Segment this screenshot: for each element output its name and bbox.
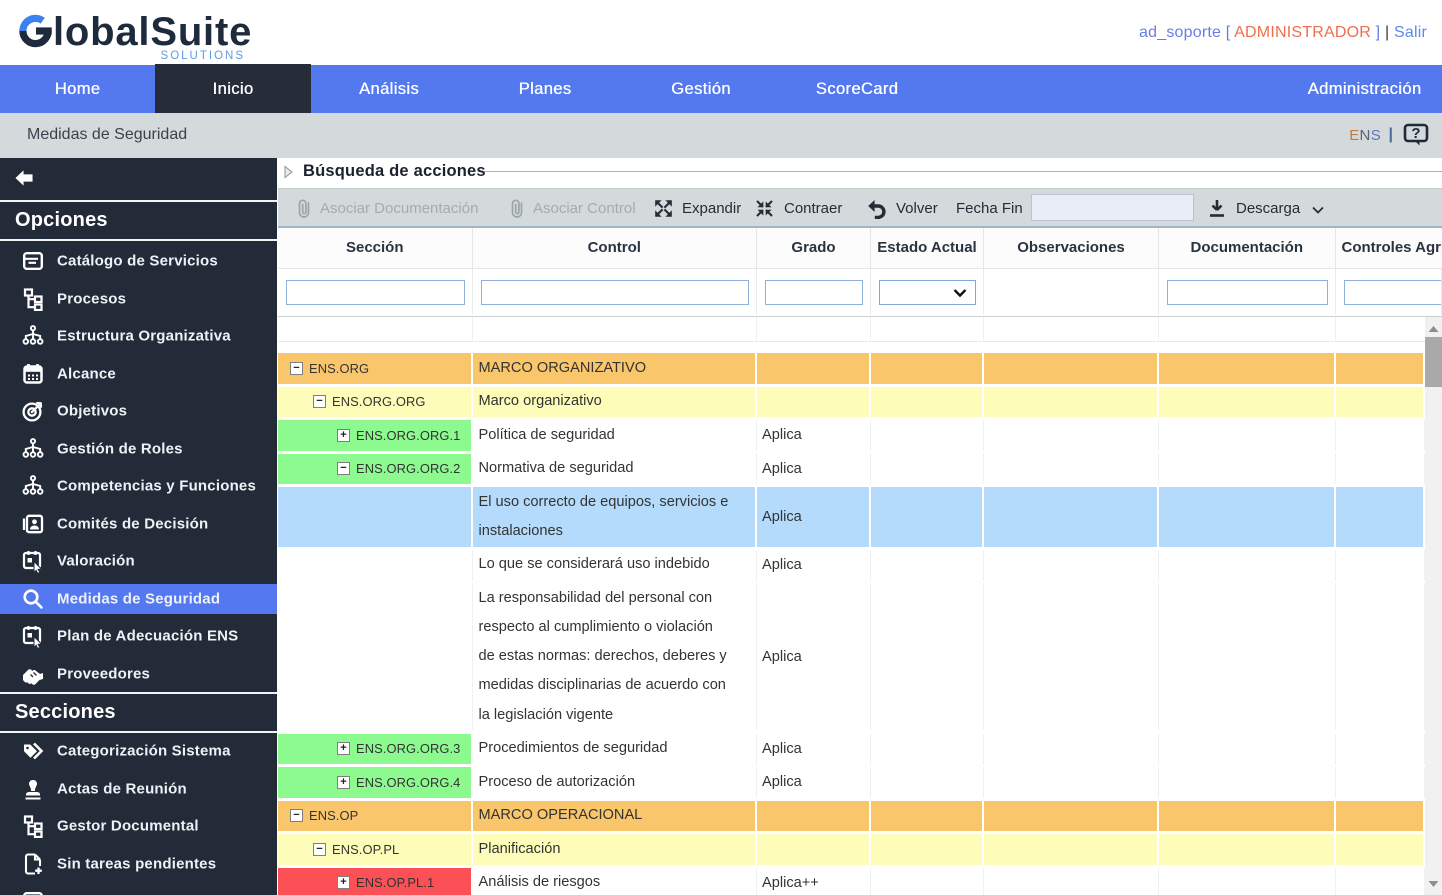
svg-text:SOLUTIONS: SOLUTIONS: [161, 50, 245, 62]
svg-text:?: ?: [1411, 125, 1420, 142]
svg-text:lobalSuite: lobalSuite: [53, 10, 252, 54]
